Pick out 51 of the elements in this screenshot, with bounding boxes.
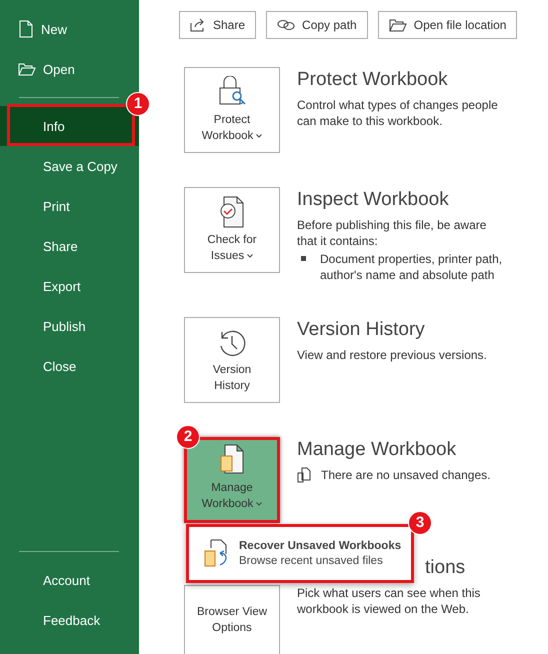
folder-icon — [18, 62, 36, 76]
section-title: Version History — [297, 319, 425, 341]
section-description: View and restore previous versions. — [297, 347, 488, 363]
action-tile[interactable]: Protect Workbook — [184, 67, 280, 153]
tile-label: Browser View Options — [196, 605, 268, 636]
bullet-icon — [301, 256, 306, 261]
document-icon — [18, 20, 34, 38]
section-description: Pick what users can see when this workbook is viewed on the Web. — [297, 585, 482, 617]
toolbar-button[interactable]: Share — [179, 11, 256, 39]
toolbar-button[interactable]: Copy path — [266, 11, 368, 39]
tile-label: Manage Workbook — [202, 480, 262, 512]
menu-item[interactable]: Open — [0, 49, 139, 89]
section-title: Protect Workbook — [297, 69, 448, 91]
action-tile[interactable]: Check for Issues — [184, 187, 280, 273]
tile-label: Version History — [212, 363, 252, 394]
tile-label: Protect Workbook — [202, 112, 262, 144]
link-icon — [277, 19, 296, 31]
step-badge: 2 — [176, 425, 200, 449]
menu-item[interactable]: Share — [0, 226, 139, 266]
dropdown-item[interactable]: Recover Unsaved Workbooks Browse recent unsaved files — [186, 524, 414, 583]
toolbar-button[interactable]: Open file location — [378, 11, 518, 39]
documents-icon — [297, 467, 311, 483]
share-icon — [190, 18, 206, 32]
menu-item[interactable]: Print — [0, 186, 139, 226]
section-title: tions — [425, 557, 466, 579]
documents-icon — [219, 444, 245, 476]
bullet-text: Document properties, printer path, author's name and absolute path — [320, 251, 504, 283]
action-tile[interactable]: Browser View Options — [184, 585, 280, 654]
menu-item[interactable]: New — [0, 9, 139, 49]
menu-item[interactable]: Feedback — [0, 600, 139, 640]
menu-item[interactable]: Save a Copy — [0, 146, 139, 186]
tile-label: Check for Issues — [207, 233, 257, 264]
section-description: Before publishing this file, be aware that it contains: — [297, 217, 488, 249]
section-title: Inspect Workbook — [297, 189, 449, 211]
chevron-down-icon — [247, 254, 254, 258]
popup-title: Recover Unsaved Workbooks — [239, 540, 402, 552]
chevron-down-icon — [256, 134, 262, 138]
section-title: Manage Workbook — [297, 439, 456, 461]
menu-item[interactable]: Close — [0, 346, 139, 386]
step-badge: 3 — [408, 511, 432, 535]
step-badge: 1 — [126, 92, 150, 116]
menu-item[interactable]: Export — [0, 266, 139, 306]
section-description: Control what types of changes people can make to this workbook. — [297, 97, 499, 129]
action-tile[interactable]: Version History — [184, 317, 280, 403]
popup-subtitle: Browse recent unsaved files — [239, 555, 384, 567]
chevron-down-icon — [256, 502, 262, 506]
status-text: There are no unsaved changes. — [321, 468, 490, 482]
menu-item[interactable]: Publish — [0, 306, 139, 346]
folder-icon — [388, 18, 407, 32]
document-check-icon — [218, 196, 246, 228]
menu-item[interactable]: Account — [0, 560, 139, 600]
